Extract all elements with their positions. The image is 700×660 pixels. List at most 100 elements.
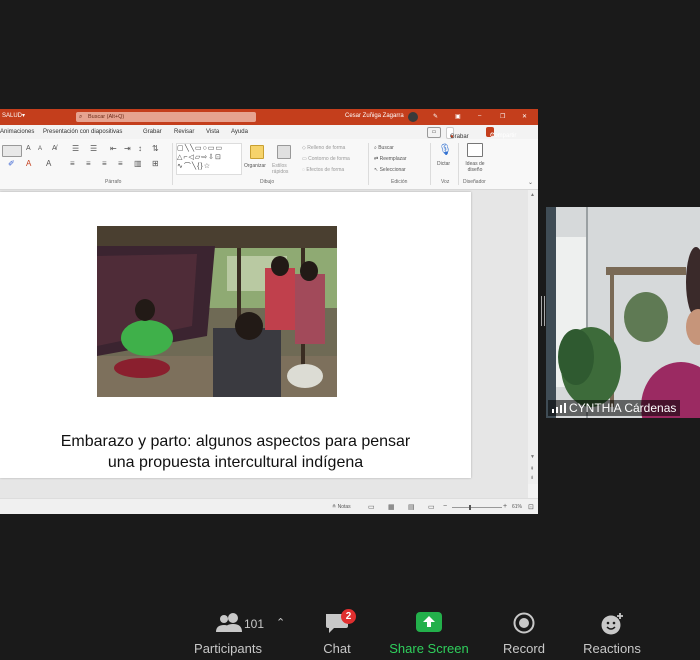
participants-button[interactable]: 101 ⌃ Participants: [188, 604, 285, 660]
efectos-forma[interactable]: ◌ Efectos de forma: [302, 167, 344, 173]
zoom-slider-thumb[interactable]: [469, 505, 471, 510]
slide-title: Embarazo y parto: algunos aspectos para …: [0, 431, 471, 473]
fit-slide-icon[interactable]: ⊡: [528, 503, 534, 511]
seleccionar-button[interactable]: ↖ Seleccionar: [374, 167, 406, 173]
ppt-title-bar: SALUD ▾ ⌕ Buscar (Alt+Q) Cesar Zuñiga Za…: [0, 109, 538, 125]
collapse-ribbon-icon[interactable]: ⌄: [528, 179, 533, 186]
normal-view-icon[interactable]: ▭: [368, 503, 375, 511]
shared-powerpoint-window: SALUD ▾ ⌕ Buscar (Alt+Q) Cesar Zuñiga Za…: [0, 109, 538, 514]
notes-icon: ≙: [332, 504, 337, 510]
font-size-box[interactable]: [2, 145, 22, 157]
font-color-dropdown-icon[interactable]: A: [46, 159, 51, 168]
relleno-label: Relleno de forma: [307, 145, 346, 151]
shrink-font-icon[interactable]: A: [38, 146, 42, 152]
minimize-icon[interactable]: –: [478, 113, 481, 119]
notes-button[interactable]: ≙ Notas: [332, 504, 351, 510]
group-dibujo-label: Dibujo: [260, 179, 275, 185]
menu-animaciones[interactable]: Animaciones: [0, 129, 34, 135]
sorter-view-icon[interactable]: ▦: [388, 503, 395, 511]
grabar-button[interactable]: ● Grabar: [446, 127, 469, 140]
avatar[interactable]: [408, 112, 418, 122]
bullets-icon[interactable]: ☰: [72, 144, 79, 153]
grow-font-icon[interactable]: A: [26, 145, 31, 152]
contorno-forma[interactable]: ▭ Contorno de forma: [302, 156, 350, 162]
justify-icon[interactable]: ≡: [118, 159, 123, 168]
horizontal-scroll-area: [0, 484, 528, 498]
outdent-icon[interactable]: ⇥: [124, 144, 131, 153]
zoom-in-icon[interactable]: +: [503, 503, 507, 510]
clear-format-icon[interactable]: A̸: [52, 145, 57, 152]
participant-video-tile[interactable]: CYNTHIA Cárdenas: [546, 207, 700, 418]
group-disenador-label: Diseñador: [463, 179, 486, 185]
design-ideas-icon[interactable]: [467, 143, 483, 157]
record-label: Record: [503, 641, 545, 656]
ribbon-separator: [430, 143, 431, 185]
ppt-search-box[interactable]: ⌕ Buscar (Alt+Q): [76, 112, 256, 122]
participant-video-feed: [546, 207, 700, 418]
record-icon: [513, 612, 535, 634]
buscar-button[interactable]: ⌕ Buscar: [374, 145, 394, 151]
slideshow-view-icon[interactable]: ▭: [428, 503, 435, 511]
menu-grabar[interactable]: Grabar: [143, 129, 162, 135]
chevron-up-icon[interactable]: ⌃: [276, 616, 285, 629]
record-button[interactable]: Record: [498, 604, 550, 660]
line-spacing-icon[interactable]: ↕: [138, 144, 142, 153]
scroll-down-icon[interactable]: ▼: [530, 454, 535, 460]
menu-revisar[interactable]: Revisar: [174, 129, 194, 135]
zoom-level[interactable]: 61%: [512, 504, 522, 510]
pen-icon[interactable]: ✎: [433, 113, 438, 120]
seleccionar-label: Seleccionar: [379, 167, 406, 173]
estilos-rapidos-label[interactable]: Estilos rápidos: [272, 163, 298, 175]
reemplazar-button[interactable]: ⇄ Reemplazar: [374, 156, 407, 162]
compartir-button[interactable]: ⇪ Compartir: [486, 127, 516, 139]
ribbon-separator: [368, 143, 369, 185]
smartart-icon[interactable]: ⊞: [152, 159, 159, 168]
next-slide-icon[interactable]: ⇟: [530, 475, 534, 481]
shapes-gallery[interactable]: ▢╲╲▭○▭▭ △⌐◁▱⇨⇩⊡ ∿⌒╲{}☆: [176, 143, 242, 175]
menu-ayuda[interactable]: Ayuda: [231, 129, 248, 135]
indent-icon[interactable]: ⇤: [110, 144, 117, 153]
ideas-diseno-label[interactable]: Ideas de diseño: [462, 161, 488, 173]
organize-icon[interactable]: [250, 145, 264, 159]
numbering-icon[interactable]: ☰: [90, 144, 97, 153]
reactions-label: Reactions: [583, 641, 641, 656]
ppt-doc-title: SALUD: [2, 113, 23, 119]
align-center-icon[interactable]: ≡: [86, 159, 91, 168]
slide-photo-illustration: [97, 226, 337, 397]
reactions-button[interactable]: Reactions: [578, 604, 646, 660]
slide-title-line-1: Embarazo y parto: algunos aspectos para …: [60, 433, 411, 450]
quick-styles-icon[interactable]: [277, 145, 291, 159]
close-icon[interactable]: ✕: [522, 113, 527, 120]
split-divider-handle[interactable]: [541, 296, 545, 326]
restore-icon[interactable]: ❐: [500, 113, 505, 120]
fill-icon: ◇: [302, 145, 306, 151]
signal-bars-icon: [552, 403, 566, 413]
dictar-label[interactable]: Dictar: [437, 161, 450, 167]
share-screen-button[interactable]: Share Screen: [384, 604, 474, 660]
menu-vista[interactable]: Vista: [206, 129, 219, 135]
chevron-down-icon[interactable]: ▾: [22, 112, 25, 119]
current-slide[interactable]: Embarazo y parto: algunos aspectos para …: [0, 192, 471, 478]
microphone-icon[interactable]: 🎙: [438, 143, 452, 156]
ribbon-options-icon[interactable]: ▣: [455, 113, 461, 120]
align-right-icon[interactable]: ≡: [102, 159, 107, 168]
zoom-slider[interactable]: [452, 507, 502, 508]
organizar-label[interactable]: Organizar: [244, 163, 266, 169]
vertical-scrollbar[interactable]: ▲ ▼ ⇞ ⇟: [528, 190, 538, 484]
menu-presentacion[interactable]: Presentación con diapositivas: [43, 129, 122, 135]
scroll-up-icon[interactable]: ▲: [530, 192, 535, 198]
ppt-status-bar: ≙ Notas ▭ ▦ ▤ ▭ − + 61% ⊡: [0, 498, 538, 514]
ppt-menu-bar: Animaciones Presentación con diapositiva…: [0, 125, 538, 140]
relleno-forma[interactable]: ◇ Relleno de forma: [302, 145, 345, 151]
slide-title-line-2: una propuesta intercultural indígena: [107, 454, 364, 471]
chat-button[interactable]: 2 Chat: [312, 604, 362, 660]
align-left-icon[interactable]: ≡: [70, 159, 75, 168]
comments-icon[interactable]: ▭: [427, 127, 441, 138]
font-color-icon[interactable]: A: [26, 159, 31, 168]
highlight-icon[interactable]: ✐: [8, 159, 15, 168]
columns-icon[interactable]: ▥: [134, 159, 142, 168]
reading-view-icon[interactable]: ▤: [408, 503, 415, 511]
prev-slide-icon[interactable]: ⇞: [530, 466, 534, 472]
zoom-out-icon[interactable]: −: [443, 503, 447, 510]
text-direction-icon[interactable]: ⇅: [152, 144, 159, 153]
